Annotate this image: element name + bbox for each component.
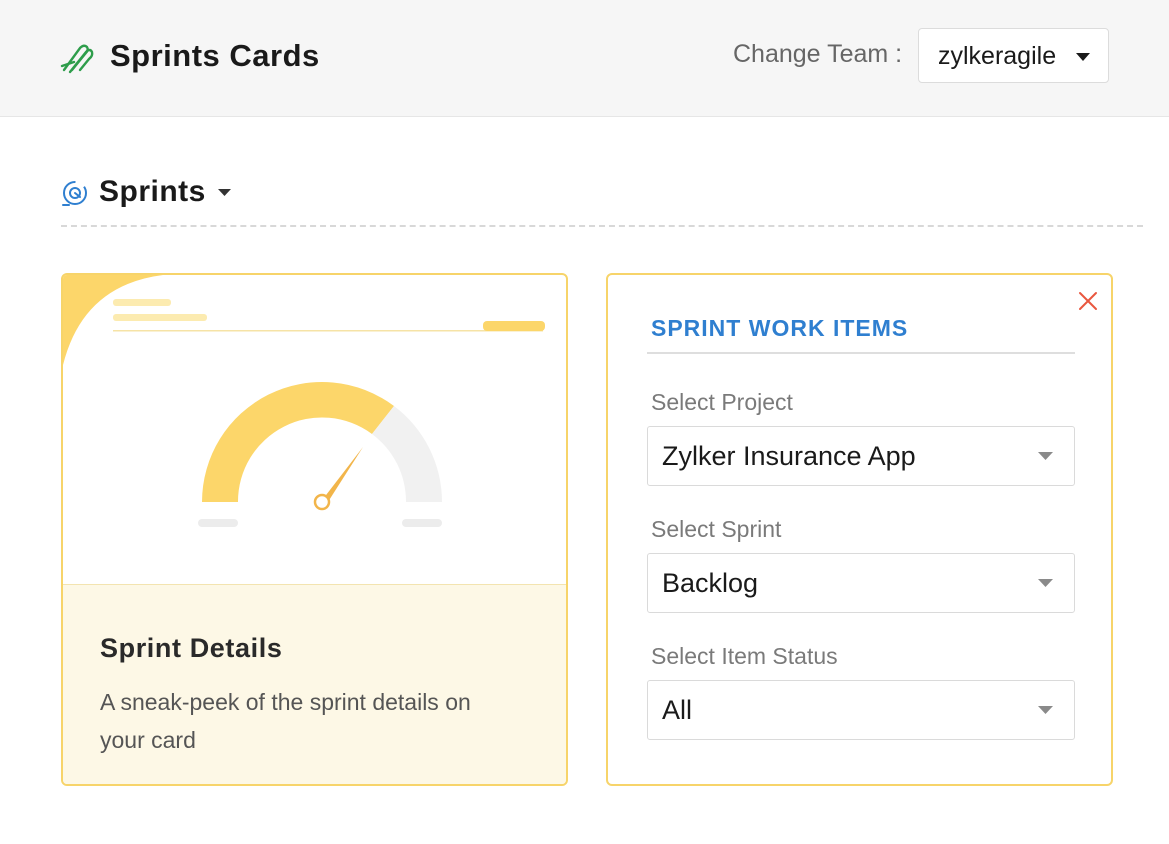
team-select-value: zylkeragile xyxy=(938,42,1057,70)
sprint-work-items-panel: SPRINT WORK ITEMS Select Project Zylker … xyxy=(606,273,1113,786)
sprints-logo-icon xyxy=(60,44,94,74)
gauge-illustration xyxy=(63,275,545,527)
project-select[interactable]: Zylker Insurance App xyxy=(647,426,1075,486)
card-footer: Sprint Details A sneak-peek of the sprin… xyxy=(63,584,566,784)
team-select[interactable]: zylkeragile xyxy=(918,28,1109,83)
project-select-value: Zylker Insurance App xyxy=(662,441,916,471)
chevron-down-icon xyxy=(1038,452,1053,460)
select-item-status-label: Select Item Status xyxy=(651,643,838,669)
chevron-down-icon[interactable] xyxy=(218,189,231,196)
chevron-down-icon xyxy=(1038,706,1053,714)
page-title: Sprints Cards xyxy=(110,38,320,73)
sprints-section-title[interactable]: Sprints xyxy=(99,175,206,209)
chevron-down-icon xyxy=(1038,579,1053,587)
item-status-select-value: All xyxy=(662,695,693,725)
sprint-select-value: Backlog xyxy=(662,568,759,598)
top-bar: Sprints Cards Change Team : zylkeragile xyxy=(0,0,1169,117)
panel-divider xyxy=(647,352,1075,354)
card-title: Sprint Details xyxy=(100,633,283,663)
select-project-label: Select Project xyxy=(651,389,793,415)
sprint-cycle-icon xyxy=(62,181,87,206)
panel-title: SPRINT WORK ITEMS xyxy=(651,315,909,341)
card-description: A sneak-peek of the sprint details on yo… xyxy=(100,689,471,753)
sprint-details-card[interactable]: Sprint Details A sneak-peek of the sprin… xyxy=(61,273,568,786)
change-team-label: Change Team : xyxy=(733,40,903,68)
close-icon[interactable] xyxy=(1077,290,1099,312)
section-divider xyxy=(61,225,1143,227)
sprint-select[interactable]: Backlog xyxy=(647,553,1075,613)
chevron-down-icon xyxy=(1076,53,1090,61)
select-sprint-label: Select Sprint xyxy=(651,516,782,542)
item-status-select[interactable]: All xyxy=(647,680,1075,740)
